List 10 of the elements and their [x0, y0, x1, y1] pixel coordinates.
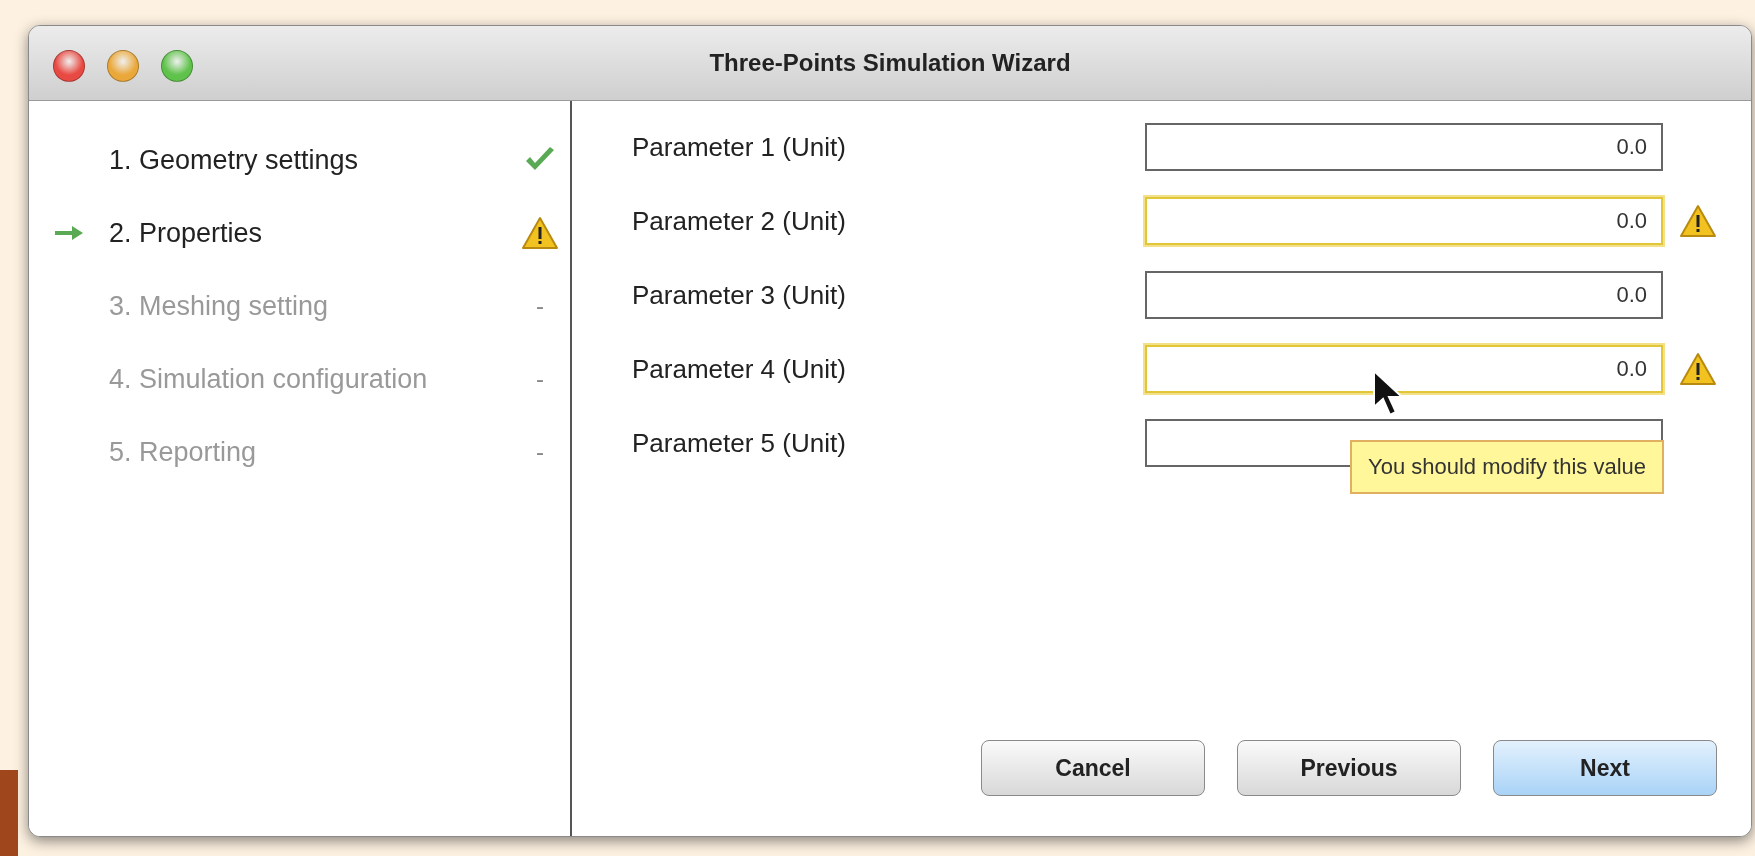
parameter-label: Parameter 5 (Unit) — [632, 427, 847, 459]
tooltip: You should modify this value — [1350, 440, 1665, 494]
window-title: Three-Points Simulation Wizard — [708, 49, 1072, 77]
parameter-label: Parameter 3 (Unit) — [632, 279, 847, 311]
parameter-label: Parameter 2 (Unit) — [632, 205, 847, 237]
status-dash: - — [536, 438, 544, 466]
status-dash: - — [536, 292, 544, 320]
status-dash: - — [536, 365, 544, 393]
parameter-label: Parameter 4 (Unit) — [632, 353, 847, 385]
parameter-label: Parameter 1 (Unit) — [632, 131, 847, 163]
